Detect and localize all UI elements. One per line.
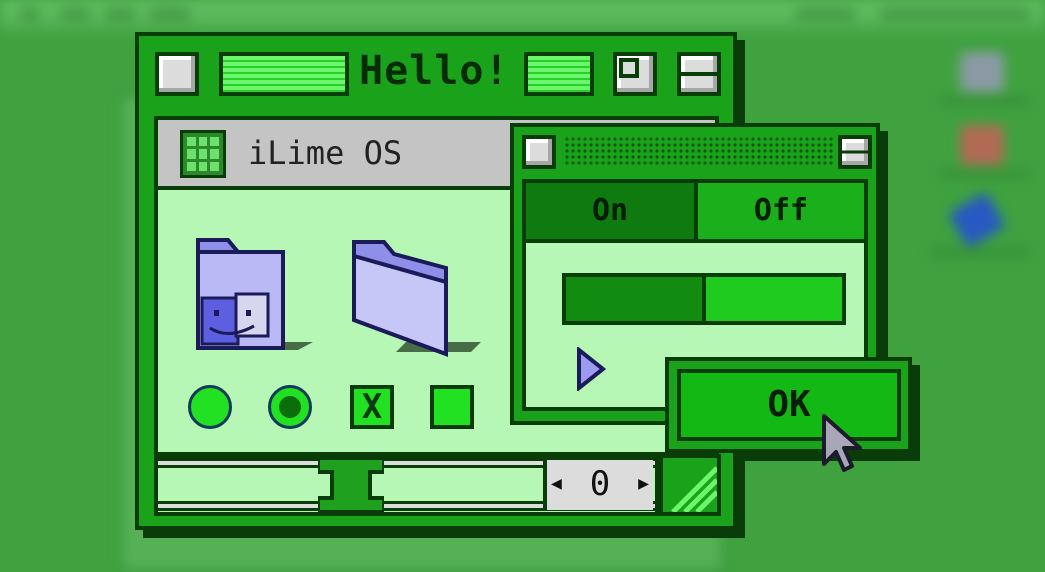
inner-title: iLime OS: [248, 134, 403, 172]
resize-grip-icon[interactable]: [659, 454, 721, 516]
progress-fill: [566, 277, 702, 321]
radio-unselected[interactable]: [188, 385, 232, 429]
small-collapse-box[interactable]: [838, 135, 872, 169]
scroll-thumb[interactable]: [316, 456, 386, 514]
stepper-value: 0: [589, 464, 611, 504]
play-triangle-icon[interactable]: [576, 345, 607, 395]
desktop-icon-drive[interactable]: [960, 52, 1004, 92]
desktop-icon-document[interactable]: [947, 191, 1007, 249]
radio-selected[interactable]: [268, 385, 312, 429]
menu-bar: [0, 0, 1045, 30]
title-stripes-left: [219, 52, 349, 96]
finder-folder-icon[interactable]: [188, 230, 318, 364]
stepper-left-arrow-icon[interactable]: ◀: [551, 460, 562, 508]
value-stepper[interactable]: ◀ 0 ▶: [543, 460, 653, 510]
mouse-cursor-icon: [820, 412, 864, 476]
progress-bar: [562, 273, 846, 325]
checkbox-checked[interactable]: X: [350, 385, 394, 429]
title-stripes-right: [524, 52, 594, 96]
close-box[interactable]: [155, 52, 199, 96]
collapse-box[interactable]: [677, 52, 721, 96]
progress-remaining: [706, 277, 842, 321]
small-title-pattern: [564, 136, 834, 166]
folder-icon[interactable]: [346, 230, 486, 364]
desktop-icon-app[interactable]: [960, 125, 1004, 165]
ok-dialog: OK: [665, 357, 912, 453]
small-close-box[interactable]: [522, 135, 556, 169]
window-title: Hello!: [359, 48, 510, 94]
horizontal-scrollbar[interactable]: ◀ 0 ▶: [154, 454, 659, 516]
toggle-on-button[interactable]: On: [522, 179, 698, 243]
checkbox-unchecked[interactable]: [430, 385, 474, 429]
zoom-box[interactable]: [613, 52, 657, 96]
stepper-right-arrow-icon[interactable]: ▶: [638, 460, 649, 508]
grid-app-icon: [180, 130, 226, 178]
toggle-off-button[interactable]: Off: [694, 179, 868, 243]
ok-button[interactable]: OK: [677, 369, 901, 441]
